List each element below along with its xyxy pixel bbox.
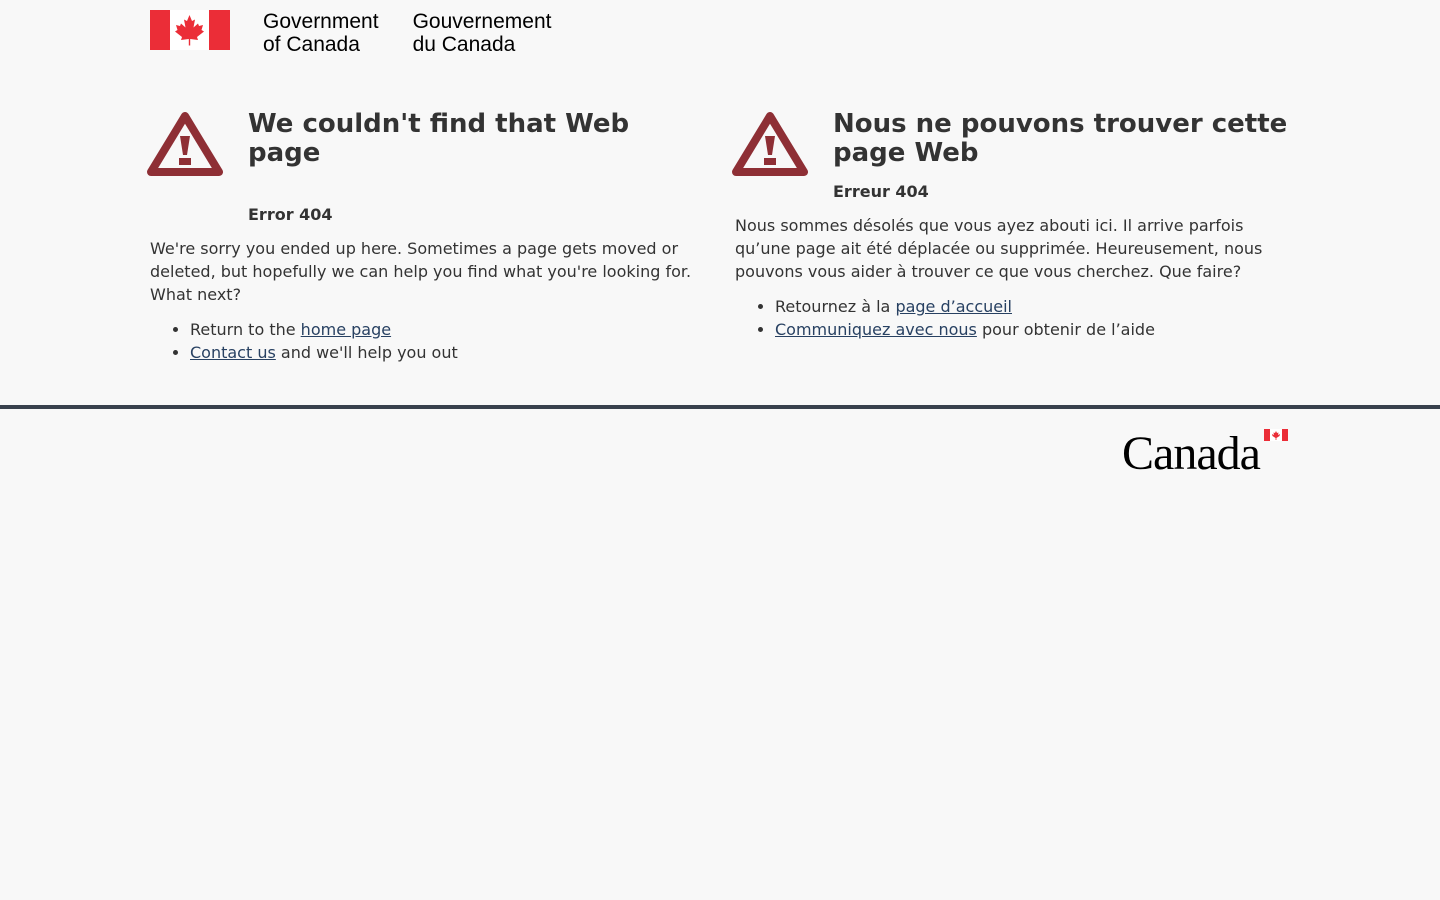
signature-english: Government of Canada (263, 10, 379, 56)
contact-us-link[interactable]: Contact us (190, 343, 276, 362)
signature-french: Gouvernement du Canada (413, 10, 552, 56)
english-section: We couldn't find that Web page Error 404… (146, 110, 706, 364)
main-content: We couldn't find that Web page Error 404… (0, 62, 1440, 406)
accueil-link[interactable]: page d’accueil (895, 297, 1012, 316)
wordmark-text: Canada (1122, 429, 1261, 473)
page-title-english: We couldn't find that Web page (248, 109, 630, 168)
canada-wordmark-logo: Canada (1122, 427, 1288, 480)
list-item-text: Return to the (190, 320, 301, 339)
site-header: Government of Canada Gouvernement du Can… (0, 0, 1440, 62)
list-item: Communiquez avec nous pour obtenir de l’… (775, 318, 1291, 341)
error-code-french: Erreur 404 (833, 182, 929, 201)
list-item: Contact us and we'll help you out (190, 341, 706, 364)
signature-french-line1: Gouvernement (412, 10, 552, 33)
list-item-text: and we'll help you out (275, 343, 458, 362)
error-code-english: Error 404 (248, 205, 333, 224)
wordmark-flag-icon (1264, 429, 1288, 441)
list-item-text: pour obtenir de l’aide (976, 320, 1155, 339)
list-item: Return to the home page (190, 318, 706, 341)
communiquez-link[interactable]: Communiquez avec nous (775, 320, 977, 339)
site-footer: Canada (0, 405, 1440, 488)
list-item-text: Retournez à la (775, 297, 896, 316)
next-steps-list-french: Retournez à la page d’accueil Communique… (735, 295, 1291, 341)
warning-triangle-icon (732, 112, 808, 176)
signature-english-line1: Government (263, 10, 379, 33)
page-title-french: Nous ne pouvons trouver cette page Web (833, 109, 1288, 168)
list-item: Retournez à la page d’accueil (775, 295, 1291, 318)
french-section: Nous ne pouvons trouver cette page Web E… (731, 110, 1291, 341)
error-message-french: Nous sommes désolés que vous ayez abouti… (735, 216, 1263, 281)
signature-french-line2: du Canada (412, 33, 516, 56)
home-page-link[interactable]: home page (301, 320, 391, 339)
signature-english-line2: of Canada (263, 33, 360, 56)
canada-flag-icon (150, 10, 230, 50)
warning-triangle-icon (147, 112, 223, 176)
canada-wordmark: Canada (1122, 427, 1292, 480)
error-message-english: We're sorry you ended up here. Sometimes… (150, 239, 692, 304)
next-steps-list-english: Return to the home page Contact us and w… (150, 318, 706, 364)
government-signature[interactable]: Government of Canada Gouvernement du Can… (150, 10, 551, 56)
